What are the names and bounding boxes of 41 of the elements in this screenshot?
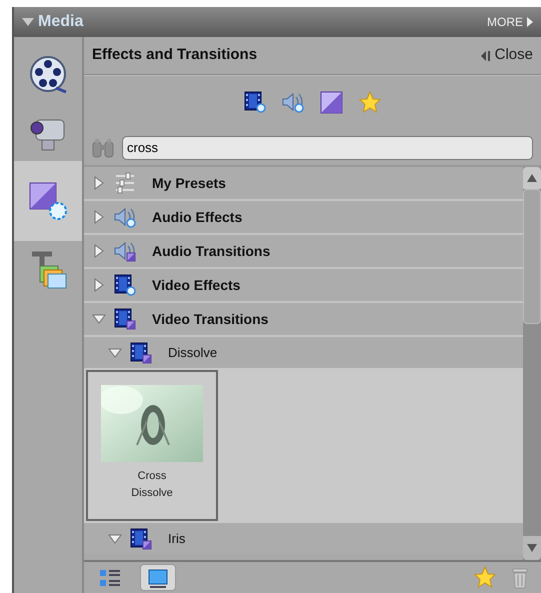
search-field[interactable]: cross: [122, 136, 533, 160]
list-view-icon: [99, 568, 121, 588]
panel-title: Media: [38, 12, 84, 32]
speaker-icon[interactable]: [282, 91, 306, 115]
film-icon: [114, 308, 136, 330]
binoculars-icon: [92, 138, 114, 158]
speaker-icon: [114, 240, 136, 262]
collapsed-triangle-icon[interactable]: [92, 176, 106, 190]
down-arrow-icon: [527, 544, 537, 552]
scroll-thumb[interactable]: [523, 189, 541, 324]
expanded-triangle-icon[interactable]: [108, 532, 122, 546]
panel-heading: Effects and Transitions: [92, 45, 258, 66]
film-icon[interactable]: [244, 91, 268, 115]
thumbnail-view-icon: [147, 568, 169, 588]
sliders-icon: [114, 172, 136, 194]
scrollbar[interactable]: [523, 167, 541, 560]
effects-icon[interactable]: [28, 181, 68, 221]
close-button[interactable]: Close: [480, 44, 533, 67]
collapsed-triangle-icon[interactable]: [92, 210, 106, 224]
film-reel-icon[interactable]: [28, 54, 68, 94]
film-icon: [130, 528, 152, 550]
collapse-icon: [480, 50, 491, 60]
expanded-triangle-icon[interactable]: [92, 312, 106, 326]
more-button[interactable]: MORE: [487, 13, 533, 31]
expanded-triangle-icon[interactable]: [108, 346, 122, 360]
transition-icon[interactable]: [320, 91, 344, 115]
effect-thumbnail[interactable]: Cross Dissolve: [86, 370, 218, 521]
film-icon: [130, 342, 152, 364]
star-icon[interactable]: [358, 91, 382, 115]
scroll-down-button[interactable]: [523, 536, 541, 560]
scroll-up-button[interactable]: [523, 167, 541, 189]
collapsed-triangle-icon[interactable]: [92, 278, 106, 292]
collapsed-triangle-icon[interactable]: [92, 244, 106, 258]
star-icon[interactable]: [473, 566, 497, 590]
up-arrow-icon: [527, 174, 537, 182]
view-button[interactable]: [140, 564, 176, 591]
effect-label: Cross Dissolve: [130, 469, 174, 501]
film-icon: [114, 274, 136, 296]
speaker-icon: [114, 206, 136, 228]
collapse-triangle-icon[interactable]: [22, 18, 34, 26]
right-triangle-icon: [527, 17, 533, 27]
